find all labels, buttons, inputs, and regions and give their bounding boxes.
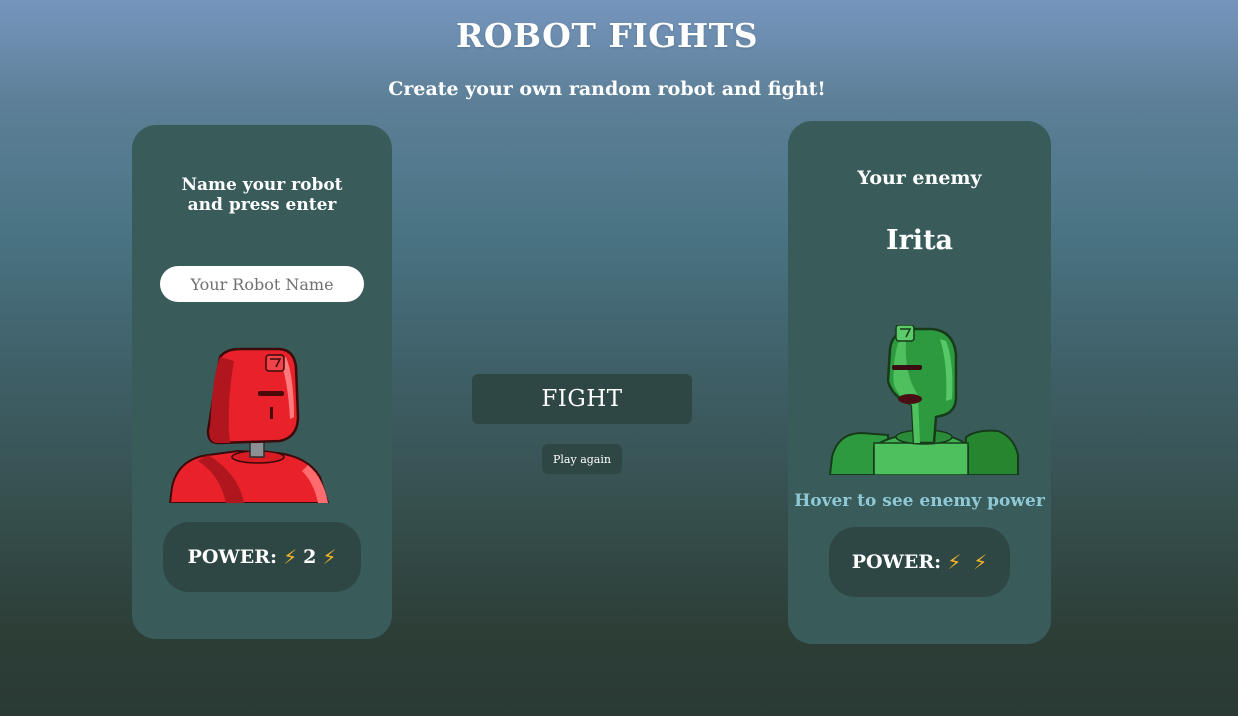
fight-button[interactable]: FIGHT [472,374,692,424]
enemy-card-heading: Your enemy [857,167,982,189]
player-card-heading: Name your robot and press enter [181,175,343,215]
robot-name-input[interactable] [160,266,364,302]
play-again-button[interactable]: Play again [542,444,622,474]
enemy-power-box[interactable]: POWER: ⚡ ⚡ [829,527,1010,597]
enemy-card: Your enemy Irita Hover to see enemy powe… [788,121,1051,644]
lightning-bolt-icon: ⚡ [283,545,298,569]
red-robot-image [168,347,330,503]
lightning-bolt-icon: ⚡ [973,550,988,574]
hover-hint[interactable]: Hover to see enemy power [788,491,1051,511]
player-card: Name your robot and press enter POWER: ⚡… [132,125,392,639]
page-subtitle: Create your own random robot and fight! [388,78,826,100]
player-power-box: POWER: ⚡ 2 ⚡ [163,522,361,592]
player-power-value: 2 [303,546,317,568]
lightning-bolt-icon: ⚡ [322,545,337,569]
lightning-bolt-icon: ⚡ [947,550,962,574]
page-title: ROBOT FIGHTS [455,16,759,55]
player-power-label: POWER: [187,546,278,568]
green-robot-image [828,325,1019,475]
enemy-power-label: POWER: [851,551,942,573]
enemy-name: Irita [885,225,954,256]
